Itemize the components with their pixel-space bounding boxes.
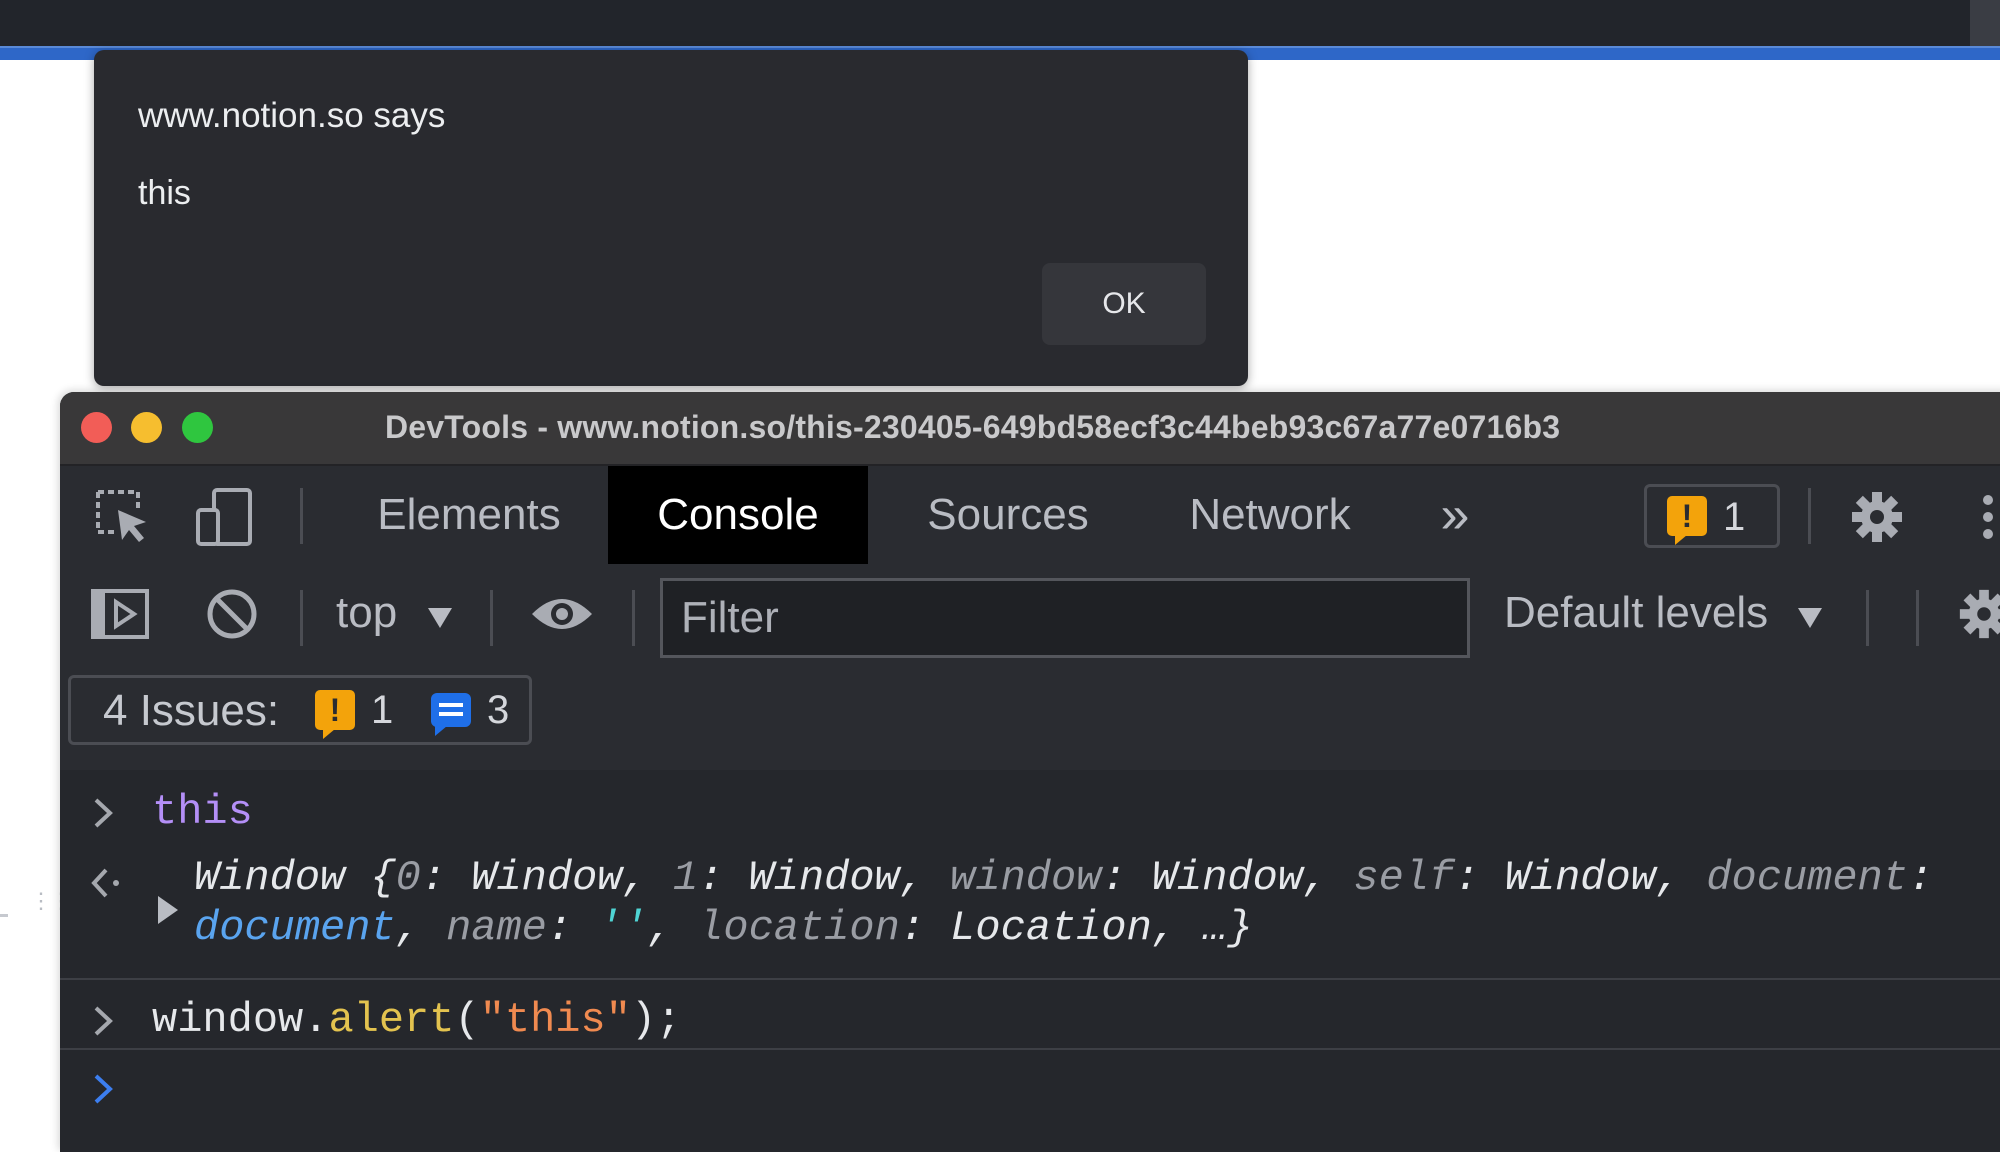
alert-title: www.notion.so says xyxy=(138,96,446,135)
active-prompt-icon xyxy=(94,1074,113,1104)
issues-label: 4 Issues: xyxy=(103,686,280,735)
devtools-window: DevTools - www.notion.so/this-230405-649… xyxy=(60,392,2000,1152)
console-output-line-2[interactable]: document, name: '', location: Location, … xyxy=(194,904,1253,952)
console-row-divider xyxy=(60,1048,2000,1050)
issues-bar: 4 Issues: ! 1 3 xyxy=(60,664,2000,772)
tab-console[interactable]: Console xyxy=(608,466,868,564)
issues-summary-button[interactable]: 4 Issues: ! 1 3 xyxy=(68,675,532,745)
input-prompt-icon xyxy=(94,1006,113,1036)
issues-counter-button[interactable]: ! 1 xyxy=(1644,484,1780,548)
devtools-titlebar: DevTools - www.notion.so/this-230405-649… xyxy=(60,392,2000,466)
minimize-window-button[interactable] xyxy=(131,412,162,443)
sidebar-toggle-icon[interactable] xyxy=(90,588,150,640)
browser-top-bar xyxy=(0,0,2000,76)
console-settings-gear-icon[interactable] xyxy=(1956,586,2000,642)
console-toolbar: top Default levels xyxy=(60,564,2000,664)
tab-network[interactable]: Network xyxy=(1170,466,1370,564)
devtools-window-title: DevTools - www.notion.so/this-230405-649… xyxy=(385,409,1561,445)
device-toolbar-icon[interactable] xyxy=(196,488,254,546)
console-input-text: this xyxy=(152,788,253,836)
context-selector[interactable]: top xyxy=(336,588,397,638)
page-edge-mark xyxy=(0,914,8,917)
toolbar-divider xyxy=(1916,590,1919,646)
more-options-icon[interactable] xyxy=(1976,488,2000,546)
live-expression-eye-icon[interactable] xyxy=(530,594,594,634)
issues-count: 1 xyxy=(1723,495,1746,539)
ok-button[interactable]: OK xyxy=(1042,263,1206,345)
alert-dialog: www.notion.so says this OK xyxy=(94,50,1248,386)
more-tabs-button[interactable]: » xyxy=(1420,466,1490,564)
toolbar-divider xyxy=(1866,590,1869,646)
clear-console-icon[interactable] xyxy=(204,586,260,642)
console-row-divider xyxy=(60,978,2000,980)
context-dropdown-icon[interactable] xyxy=(428,608,452,628)
alert-message: this xyxy=(138,174,191,212)
warning-icon: ! xyxy=(315,690,355,739)
toolbar-divider xyxy=(632,590,635,646)
drag-handle-icon[interactable]: ⋮⋮ xyxy=(30,890,72,936)
console-input-alert-call: window.alert("this"); xyxy=(152,996,682,1044)
close-window-button[interactable] xyxy=(81,412,112,443)
log-levels-selector[interactable]: Default levels xyxy=(1504,588,1768,638)
info-count: 3 xyxy=(487,688,510,732)
console-prompt-input[interactable] xyxy=(152,1062,1952,1122)
info-message-icon xyxy=(431,693,471,736)
toolbar-divider xyxy=(1808,488,1811,544)
input-prompt-icon xyxy=(94,798,113,828)
tab-elements[interactable]: Elements xyxy=(364,466,574,564)
console-output-line-1[interactable]: Window {0: Window, 1: Window, window: Wi… xyxy=(194,854,1933,902)
toolbar-divider xyxy=(300,590,303,646)
toolbar-divider xyxy=(490,590,493,646)
warning-icon: ! xyxy=(1667,496,1707,545)
inspect-element-icon[interactable] xyxy=(94,488,152,546)
settings-gear-icon[interactable] xyxy=(1848,488,1906,546)
warning-count: 1 xyxy=(371,688,394,732)
console-output: this Window {0: Window, 1: Window, windo… xyxy=(60,770,2000,1152)
filter-input[interactable] xyxy=(660,578,1470,658)
devtools-tab-bar: Elements Console Sources Network » ! 1 xyxy=(60,466,2000,566)
expand-object-icon[interactable] xyxy=(158,896,178,924)
output-return-icon xyxy=(91,868,119,898)
tab-sources[interactable]: Sources xyxy=(908,466,1108,564)
zoom-window-button[interactable] xyxy=(182,412,213,443)
levels-dropdown-icon[interactable] xyxy=(1798,608,1822,628)
toolbar-divider xyxy=(300,488,303,544)
